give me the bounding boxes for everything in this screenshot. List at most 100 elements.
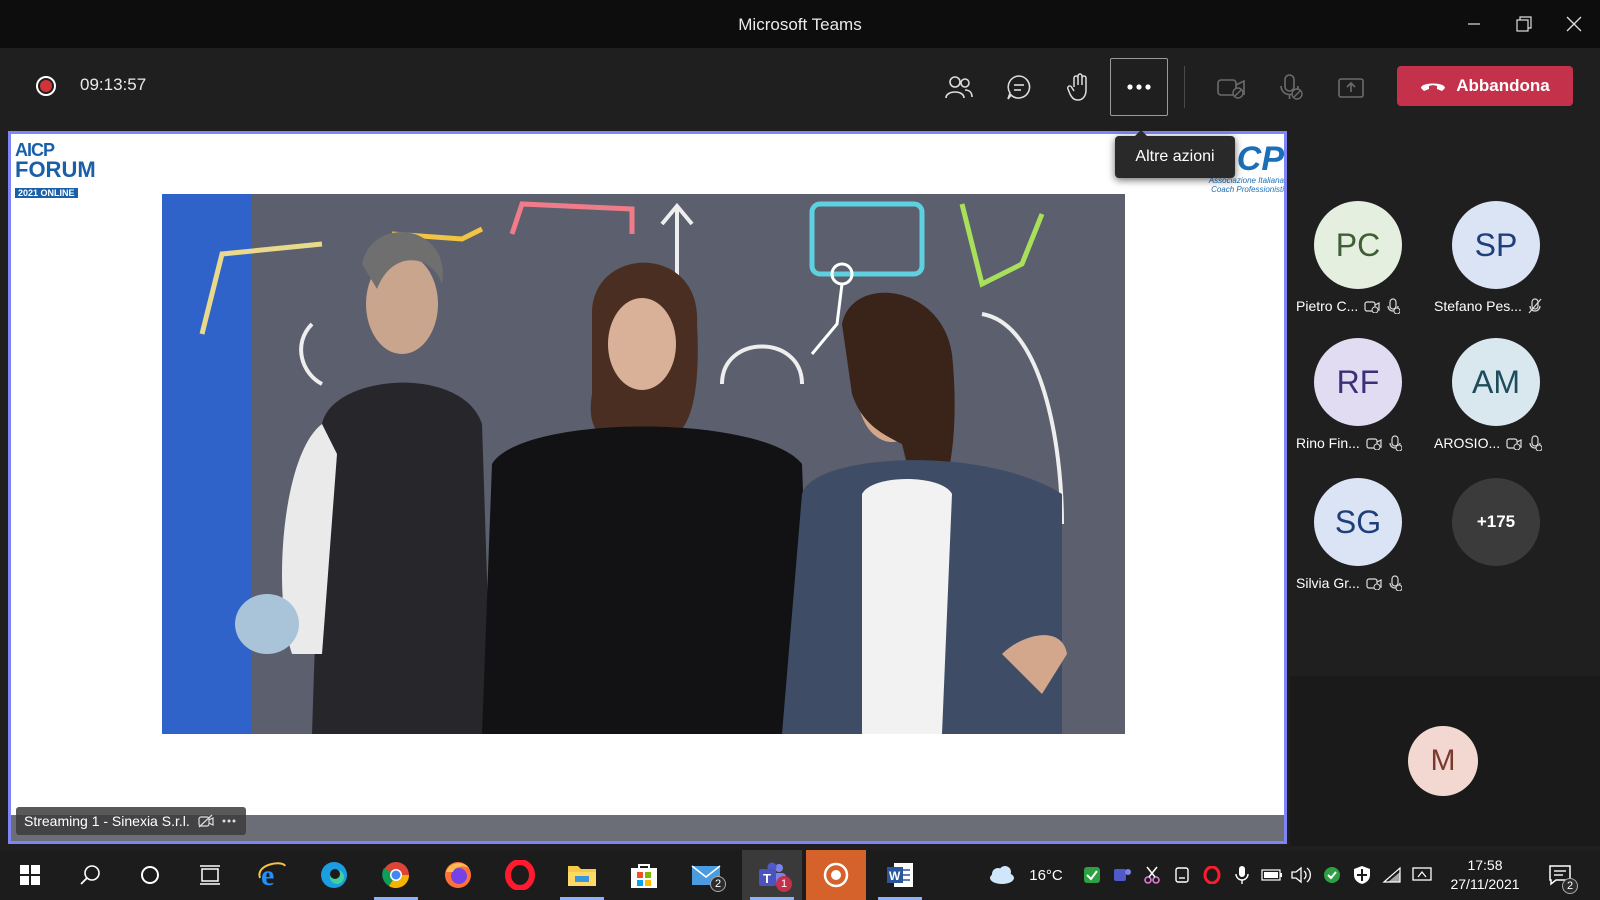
system-clock[interactable]: 17:58 27/11/2021 — [1440, 856, 1530, 894]
avatar: SP — [1452, 201, 1540, 289]
teams-small-icon — [1114, 869, 1131, 881]
chrome-icon — [382, 862, 410, 889]
participant-tile[interactable]: SP Stefano Pes... — [1428, 201, 1566, 336]
participant-tile[interactable]: SG Silvia Gr... — [1290, 478, 1428, 613]
volume-tray[interactable] — [1290, 850, 1314, 900]
avatar: RF — [1314, 338, 1402, 426]
participant-name-row: Silvia Gr... — [1296, 575, 1402, 591]
hand-icon — [1067, 73, 1087, 101]
aicp-forum-logo: AICP FORUM 2021 ONLINE — [15, 140, 96, 198]
restore-button[interactable] — [1504, 8, 1544, 40]
cloud-icon — [990, 866, 1014, 884]
word-app[interactable]: W — [870, 850, 930, 900]
file-explorer-app[interactable] — [552, 850, 612, 900]
clock-time: 17:58 — [1467, 857, 1503, 873]
self-view: M — [1290, 676, 1600, 846]
chrome-app[interactable] — [366, 850, 426, 900]
participant-name: Rino Fin... — [1296, 435, 1360, 451]
device-tray[interactable] — [1170, 850, 1194, 900]
recorder-app[interactable] — [806, 850, 866, 900]
presenters-image — [162, 194, 1125, 734]
check-circle-icon — [1324, 867, 1340, 883]
self-avatar: M — [1408, 726, 1478, 796]
mic-off-icon — [1389, 575, 1402, 591]
people-icon — [945, 76, 973, 99]
firefox-app[interactable] — [428, 850, 488, 900]
svg-text:W: W — [889, 869, 901, 883]
minimize-icon — [1468, 23, 1480, 25]
battery-tray[interactable] — [1260, 850, 1284, 900]
meeting-timer: 09:13:57 — [80, 75, 147, 94]
display-tray[interactable] — [1410, 850, 1434, 900]
minimize-button[interactable] — [1454, 8, 1494, 40]
close-button[interactable] — [1554, 8, 1594, 40]
task-view-button[interactable] — [180, 850, 240, 900]
security-tray[interactable] — [1080, 850, 1104, 900]
more-icon — [1127, 84, 1151, 90]
shared-content-label: Streaming 1 - Sinexia S.r.l. — [16, 807, 246, 835]
clock-date: 27/11/2021 — [1450, 876, 1520, 892]
microphone-button[interactable] — [1262, 58, 1320, 116]
mail-app[interactable]: 2 — [676, 850, 736, 900]
check-shield-icon — [1084, 867, 1100, 883]
store-icon — [631, 864, 657, 888]
chat-button[interactable] — [990, 58, 1048, 116]
teams-app[interactable]: T 1 — [742, 850, 802, 900]
taskbar: e 2 T 1 W 16°C 17:58 27/11/2021 2 — [0, 850, 1600, 900]
store-app[interactable] — [614, 850, 674, 900]
leave-label: Abbandona — [1456, 76, 1550, 95]
camera-button[interactable] — [1202, 58, 1260, 116]
speaker-icon — [1291, 866, 1311, 884]
cortana-button[interactable] — [120, 850, 180, 900]
battery-icon — [1261, 869, 1282, 881]
participant-name: Silvia Gr... — [1296, 575, 1360, 591]
internet-explorer-icon: e — [258, 860, 286, 890]
mail-badge: 2 — [710, 876, 726, 892]
search-button[interactable] — [60, 850, 120, 900]
windows-icon — [20, 865, 40, 885]
snip-tray[interactable] — [1140, 850, 1164, 900]
more-icon — [222, 819, 236, 823]
video-frame — [162, 194, 1125, 734]
participant-gallery: PC Pietro C... SP Stefano Pes... RF Rino… — [1290, 128, 1600, 676]
weather-button[interactable] — [986, 850, 1016, 900]
teams-tray[interactable] — [1110, 850, 1134, 900]
mic-off-icon — [1529, 435, 1543, 451]
participant-name-row: Pietro C... — [1296, 298, 1401, 314]
participant-tile[interactable]: AM AROSIO... — [1428, 338, 1566, 473]
defender-tray[interactable] — [1350, 850, 1374, 900]
search-icon — [80, 865, 100, 885]
participant-tile[interactable]: RF Rino Fin... — [1290, 338, 1428, 473]
logo-left-line2: FORUM — [15, 157, 96, 182]
leave-button[interactable]: Abbandona — [1397, 66, 1573, 106]
shared-content-name: Streaming 1 - Sinexia S.r.l. — [24, 813, 190, 829]
participants-button[interactable] — [930, 58, 988, 116]
opera-tray[interactable] — [1200, 850, 1224, 900]
opera-small-icon — [1203, 866, 1221, 884]
edge-app[interactable] — [304, 850, 364, 900]
overflow-participants-button[interactable]: +175 — [1428, 478, 1566, 613]
camera-off-icon — [1366, 578, 1382, 590]
raise-hand-button[interactable] — [1050, 58, 1108, 116]
action-center-button[interactable]: 2 — [1530, 850, 1590, 900]
participant-name: Pietro C... — [1296, 298, 1359, 314]
firefox-icon — [445, 862, 471, 888]
participant-tile[interactable]: PC Pietro C... — [1290, 201, 1428, 336]
update-tray[interactable] — [1320, 850, 1344, 900]
device-icon — [1175, 867, 1189, 883]
cortana-icon — [141, 866, 159, 884]
internet-explorer-app[interactable]: e — [242, 850, 302, 900]
start-button[interactable] — [0, 850, 60, 900]
mic-tray[interactable] — [1230, 850, 1254, 900]
wifi-tray[interactable] — [1380, 850, 1404, 900]
opera-app[interactable] — [490, 850, 550, 900]
more-actions-button[interactable] — [1110, 58, 1168, 116]
monitor-icon — [1412, 867, 1432, 881]
logo-right-sub2: Coach Professionisti — [1211, 185, 1284, 194]
toolbar-divider — [1184, 66, 1185, 108]
share-icon — [1338, 78, 1364, 98]
restore-icon — [1516, 16, 1532, 32]
share-button[interactable] — [1322, 58, 1380, 116]
overflow-count: +175 — [1452, 478, 1540, 566]
close-icon — [1566, 16, 1582, 32]
